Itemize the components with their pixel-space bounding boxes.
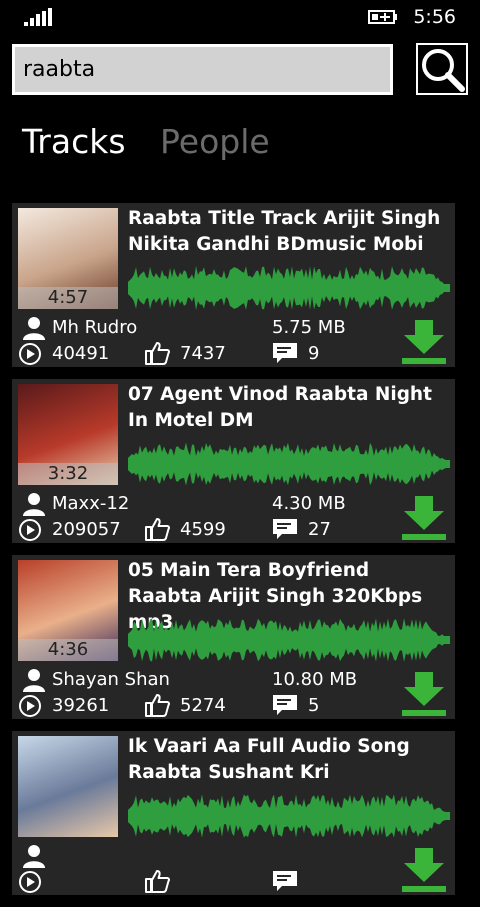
- battery-charging-icon: [368, 10, 397, 24]
- signal-icon: [24, 8, 54, 26]
- comment-icon: [273, 695, 297, 715]
- waveform-shape: [128, 794, 450, 838]
- like-count: 7437: [144, 342, 226, 365]
- track-list: 4:57 Raabta Title Track Arijit Singh Nik…: [12, 203, 455, 907]
- album-art-image: [18, 736, 118, 837]
- play-icon: [19, 695, 41, 717]
- waveform-image: [128, 442, 450, 486]
- play-count: 40491: [18, 343, 109, 365]
- uploader-name: Mh Rudro: [52, 317, 138, 338]
- comment-icon: [273, 871, 297, 891]
- waveform-shape: [128, 266, 450, 310]
- download-button[interactable]: [402, 496, 446, 540]
- play-count: [18, 871, 52, 893]
- track-card[interactable]: Ik Vaari Aa Full Audio Song Raabta Susha…: [12, 731, 455, 895]
- tab-tracks[interactable]: Tracks: [22, 122, 126, 161]
- comment-count-value: 5: [308, 695, 320, 716]
- comment-count-value: 27: [308, 519, 331, 540]
- uploader: Shayan Shan: [22, 669, 170, 692]
- user-icon: [23, 493, 45, 516]
- comment-count: [272, 871, 308, 893]
- download-arrow-icon: [402, 320, 446, 364]
- download-arrow-icon: [402, 496, 446, 540]
- play-count-value: 209057: [52, 519, 121, 540]
- search-button[interactable]: [416, 43, 468, 95]
- track-title: Ik Vaari Aa Full Audio Song Raabta Susha…: [128, 736, 410, 783]
- waveform-shape: [128, 442, 450, 486]
- play-count-value: 40491: [52, 343, 110, 364]
- track-card[interactable]: 4:36 05 Main Tera Boyfriend Raabta Ariji…: [12, 555, 455, 719]
- search-input[interactable]: [12, 44, 393, 95]
- comment-icon: [273, 519, 297, 539]
- play-count-value: 39261: [52, 695, 110, 716]
- play-count: 209057: [18, 519, 121, 541]
- clock: 5:56: [413, 6, 456, 28]
- user-icon: [23, 669, 45, 692]
- like-count-value: 5274: [180, 695, 226, 716]
- comment-count: 9: [272, 343, 319, 365]
- download-arrow-icon: [402, 672, 446, 716]
- comment-icon: [273, 343, 297, 363]
- thumbs-up-icon: [145, 518, 170, 541]
- like-count-value: 7437: [180, 343, 226, 364]
- like-count: [144, 870, 180, 893]
- uploader: Maxx-12: [22, 493, 130, 516]
- track-title: Raabta Title Track Arijit Singh Nikita G…: [128, 208, 441, 255]
- track-title: 07 Agent Vinod Raabta Night In Motel DM: [128, 384, 432, 431]
- file-size: 5.75 MB: [272, 317, 346, 338]
- thumbs-up-icon: [145, 694, 170, 717]
- like-count-value: 4599: [180, 519, 226, 540]
- play-count: 39261: [18, 695, 109, 717]
- track-thumbnail: 3:32: [18, 384, 118, 485]
- comment-count: 27: [272, 519, 331, 541]
- uploader: [22, 845, 52, 868]
- file-size: 4.30 MB: [272, 493, 346, 514]
- download-button[interactable]: [402, 848, 446, 892]
- like-count: 5274: [144, 694, 226, 717]
- track-duration: 4:57: [18, 287, 118, 309]
- waveform-image: [128, 266, 450, 310]
- download-button[interactable]: [402, 320, 446, 364]
- track-duration: 4:36: [18, 639, 118, 661]
- user-icon: [23, 317, 45, 340]
- like-count: 4599: [144, 518, 226, 541]
- download-button[interactable]: [402, 672, 446, 716]
- track-card[interactable]: 3:32 07 Agent Vinod Raabta Night In Mote…: [12, 379, 455, 543]
- download-arrow-icon: [402, 848, 446, 892]
- waveform-image: [128, 618, 450, 662]
- status-bar: 5:56: [0, 0, 480, 34]
- track-duration: 3:32: [18, 463, 118, 485]
- tab-people[interactable]: People: [160, 122, 270, 161]
- track-thumbnail: [18, 736, 118, 837]
- comment-count: 5: [272, 695, 319, 717]
- play-icon: [19, 343, 41, 365]
- file-size: 10.80 MB: [272, 669, 358, 690]
- thumbs-up-icon: [145, 870, 170, 893]
- comment-count-value: 9: [308, 343, 320, 364]
- waveform-shape: [128, 618, 450, 662]
- play-icon: [19, 519, 41, 541]
- uploader: Mh Rudro: [22, 317, 138, 340]
- uploader-name: Shayan Shan: [52, 669, 170, 690]
- user-icon: [23, 845, 45, 868]
- search-icon: [422, 49, 465, 92]
- track-thumbnail: 4:57: [18, 208, 118, 309]
- pivot-tabs: Tracks People: [22, 122, 294, 161]
- thumbs-up-icon: [145, 342, 170, 365]
- track-thumbnail: 4:36: [18, 560, 118, 661]
- track-card[interactable]: 4:57 Raabta Title Track Arijit Singh Nik…: [12, 203, 455, 367]
- play-icon: [19, 871, 41, 893]
- uploader-name: Maxx-12: [52, 493, 130, 514]
